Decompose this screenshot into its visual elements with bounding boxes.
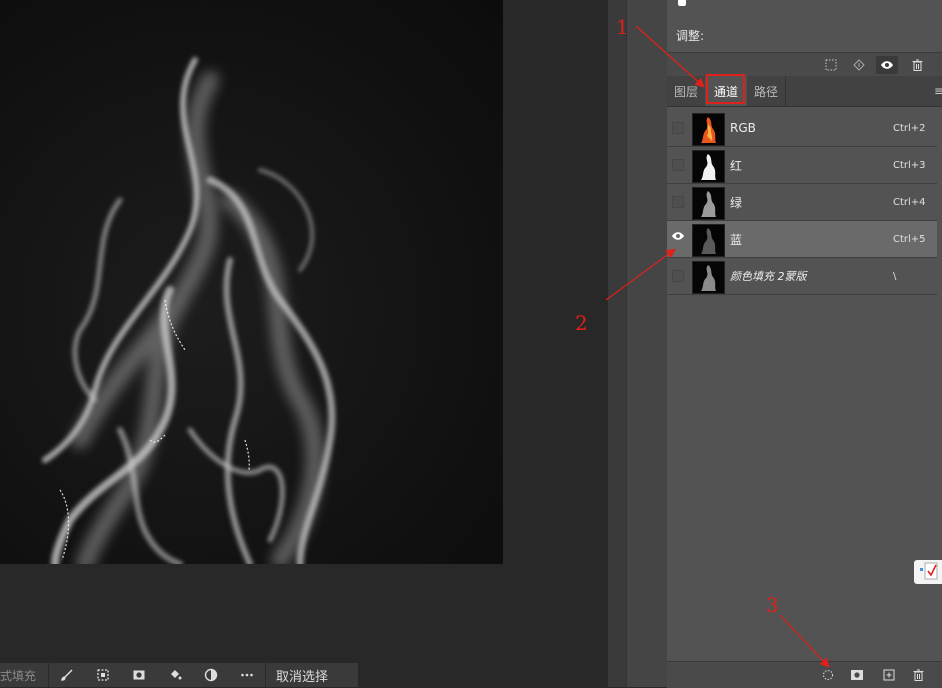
selection-icon[interactable] xyxy=(820,56,842,74)
channel-name: 颜色填充 2蒙版 xyxy=(730,270,807,283)
channel-thumbnail xyxy=(692,261,725,294)
channel-row-mask[interactable]: 颜色填充 2蒙版 \ xyxy=(667,258,937,295)
channel-row-red[interactable]: 红 Ctrl+3 xyxy=(667,147,937,184)
visibility-toggle[interactable] xyxy=(672,270,684,282)
channel-name: 绿 xyxy=(730,195,743,210)
channel-thumbnail xyxy=(692,150,725,183)
delete-channel-icon[interactable] xyxy=(909,667,927,683)
dock-strip xyxy=(608,0,626,687)
channel-shortcut: Ctrl+3 xyxy=(893,159,926,171)
channel-shortcut: \ xyxy=(893,270,897,282)
clip-icon[interactable] xyxy=(848,56,870,74)
channels-bottom-toolbar xyxy=(667,661,942,688)
bucket-icon[interactable] xyxy=(157,663,193,687)
transform-icon[interactable] xyxy=(85,663,121,687)
channel-shortcut: Ctrl+5 xyxy=(893,233,926,245)
flame-image xyxy=(42,57,336,564)
contextual-task-bar: 式填充 取消选择 xyxy=(0,663,358,687)
more-icon[interactable] xyxy=(229,663,265,687)
adjustments-area: 调整: xyxy=(667,0,942,52)
visibility-toggle[interactable] xyxy=(672,196,684,208)
brush-icon[interactable] xyxy=(49,663,85,687)
channel-thumbnail xyxy=(692,113,725,146)
document-check-icon xyxy=(920,562,938,580)
visibility-toggle[interactable] xyxy=(672,122,684,134)
channel-shortcut: Ctrl+2 xyxy=(893,122,926,134)
eye-icon[interactable] xyxy=(876,56,898,74)
eye-icon[interactable] xyxy=(671,230,684,242)
annotation-number: 3 xyxy=(766,593,779,617)
adjust-icon[interactable] xyxy=(193,663,229,687)
channel-name: RGB xyxy=(730,121,756,135)
channel-thumbnail xyxy=(692,187,725,220)
annotation-number: 2 xyxy=(575,311,588,335)
swatch-icon xyxy=(678,0,686,6)
panel-menu-icon[interactable]: ≡ xyxy=(934,84,942,98)
new-channel-icon[interactable] xyxy=(880,667,898,683)
tab-paths[interactable]: 路径 xyxy=(747,76,786,106)
channel-thumbnail xyxy=(692,224,725,257)
mask-icon[interactable] xyxy=(121,663,157,687)
visibility-toggle[interactable] xyxy=(672,159,684,171)
channel-name: 蓝 xyxy=(730,232,743,247)
canvas-area[interactable]: 式填充 取消选择 xyxy=(0,0,608,687)
trash-icon[interactable] xyxy=(906,56,928,74)
annotation-number: 1 xyxy=(616,15,629,39)
load-selection-icon[interactable] xyxy=(819,667,837,683)
channel-row-blue[interactable]: 蓝 Ctrl+5 xyxy=(667,221,937,258)
dock-column xyxy=(626,0,667,687)
document-canvas[interactable] xyxy=(0,0,503,564)
save-mask-icon[interactable] xyxy=(848,667,866,683)
channel-list: RGB Ctrl+2 红 Ctrl+3 绿 Ctrl+4 蓝 Ctrl+5 颜色… xyxy=(667,110,937,295)
channel-row-green[interactable]: 绿 Ctrl+4 xyxy=(667,184,937,221)
annotation-highlight-box xyxy=(706,74,745,104)
channel-shortcut: Ctrl+4 xyxy=(893,196,926,208)
tab-layers[interactable]: 图层 xyxy=(667,76,705,106)
channel-row-rgb[interactable]: RGB Ctrl+2 xyxy=(667,110,937,147)
fill-button[interactable]: 式填充 xyxy=(0,663,48,687)
channel-name: 红 xyxy=(730,158,743,173)
channels-panel: 调整: 图层 通道 路径 ≡ RGB Ctrl+2 红 Ctrl+3 绿 Ctr… xyxy=(667,0,942,688)
floating-badge[interactable] xyxy=(914,560,942,584)
deselect-button[interactable]: 取消选择 xyxy=(265,663,338,687)
adjustments-label: 调整: xyxy=(676,29,705,43)
